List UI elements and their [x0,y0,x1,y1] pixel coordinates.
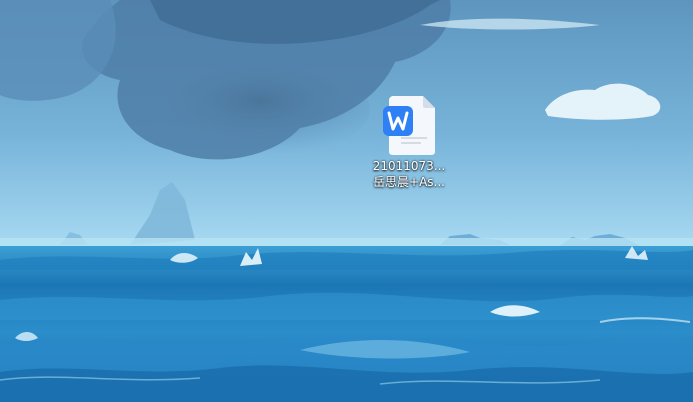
word-document-icon [381,94,437,156]
file-name-label: 21011073... 岳思晨+As... [352,158,466,190]
file-name-line-1: 21011073... [372,159,446,173]
desktop-wallpaper [0,0,693,402]
file-name-line-2: 岳思晨+As... [373,175,445,189]
desktop-file-icon[interactable]: 21011073... 岳思晨+As... [352,92,466,200]
desktop[interactable]: 21011073... 岳思晨+As... [0,0,693,402]
